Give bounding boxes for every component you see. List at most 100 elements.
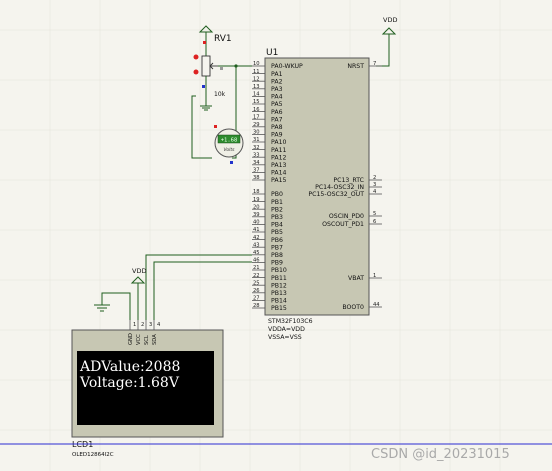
pin-name: PA14 [271, 170, 287, 177]
pin-name: PB14 [271, 298, 287, 305]
lcd-pin-name: SDA [152, 334, 158, 345]
pin-name: PA1 [271, 71, 283, 78]
pin-name: PA8 [271, 124, 283, 131]
pin-name: PA11 [271, 147, 287, 154]
pin-name: PB13 [271, 290, 287, 297]
pin-name: OSCIN_PD0 [329, 213, 364, 220]
pot-ref-label: RV1 [214, 34, 232, 44]
pin-name: PB4 [271, 222, 283, 229]
pin-name: PB12 [271, 282, 287, 289]
pin-number: 11 [253, 69, 260, 75]
pin-name: PB2 [271, 206, 283, 213]
pin-number: 34 [253, 160, 260, 166]
pin-name: PA5 [271, 101, 283, 108]
pin-name: PC14-OSC32_IN [315, 184, 364, 191]
pin-name: PA7 [271, 116, 283, 123]
pin-number: 6 [373, 219, 376, 225]
wire-i2c [145, 254, 252, 320]
pin-number: 25 [253, 280, 260, 286]
pin-number: 20 [253, 204, 260, 210]
pin-name: PA10 [271, 139, 287, 146]
vdd-label-lcd: VDD [132, 267, 146, 275]
pin-name: PB9 [271, 260, 283, 267]
lcd-pin-name: VCC [136, 334, 142, 345]
pin-number: 16 [253, 107, 260, 113]
ground-symbol-pot [200, 96, 212, 111]
pin-number: 46 [253, 258, 260, 264]
pin-number: 38 [253, 175, 260, 181]
pin-number: 3 [373, 182, 376, 188]
pin-name: PB10 [271, 267, 287, 274]
pin-name: BOOT0 [342, 304, 364, 311]
voltmeter-reading: +1.68 [221, 138, 238, 144]
pin-number: 31 [253, 137, 260, 143]
pin-name: PB7 [271, 244, 283, 251]
pin-name: NRST [347, 63, 364, 70]
pin-number: 39 [253, 212, 260, 218]
pin-number: 43 [253, 242, 260, 248]
pin-number: 40 [253, 220, 260, 226]
pin-number: 37 [253, 168, 260, 174]
oled-line-2: Voltage:1.68V [79, 375, 180, 391]
pin-number: 14 [253, 92, 260, 98]
vdd-terminal-nrst [376, 27, 397, 67]
ground-symbol-lcd [94, 292, 131, 320]
junction-dot [234, 64, 238, 68]
pin-number: 22 [253, 273, 260, 279]
pin-number: 13 [253, 84, 260, 90]
pin-number: 19 [253, 197, 260, 203]
lcd-pin-number: 4 [157, 322, 161, 328]
pot-value-label: 10k [214, 91, 226, 98]
pin-number: 45 [253, 250, 260, 256]
pin-name: PA6 [271, 109, 283, 116]
mcu-power-label-1: VDDA=VDD [268, 326, 305, 333]
pin-number: 42 [253, 235, 260, 241]
pin-name: PC15-OSC32_OUT [308, 191, 364, 198]
schematic-canvas: RV1 10k +1.68 Volts VDD U1 10 PA0-WKUP 11 P… [0, 0, 552, 471]
pin-name: PA2 [271, 78, 283, 85]
voltmeter: +1.68 Volts [214, 125, 244, 164]
oled-line-1: ADValue:2088 [79, 359, 180, 375]
pin-number: 2 [373, 175, 376, 181]
pin-name: PB0 [271, 191, 283, 198]
pin-number: 21 [253, 265, 260, 271]
pin-number: 5 [373, 211, 376, 217]
watermark: CSDN @id_20231015 [371, 447, 510, 462]
pin-number: 44 [373, 302, 380, 308]
pin-number: 17 [253, 114, 260, 120]
pin-number: 30 [253, 130, 260, 136]
pin-name: PB5 [271, 229, 283, 236]
pin-number: 33 [253, 152, 260, 158]
mcu-part-label: STM32F103C6 [268, 318, 313, 325]
lcd-pin-name: GND [128, 333, 134, 345]
pin-name: PC13_RTC [333, 177, 364, 184]
pin-number: 29 [253, 122, 260, 128]
vdd-label-top: VDD [383, 16, 397, 24]
pin-number: 10 [253, 61, 260, 67]
pin-name: PA12 [271, 154, 287, 161]
pin-number: 7 [373, 61, 376, 67]
pin-name: OSCOUT_PD1 [322, 221, 364, 228]
pin-name: PB15 [271, 305, 287, 312]
lcd-pin-name: SCL [144, 335, 150, 345]
mcu-power-label-2: VSSA=VSS [268, 334, 302, 341]
lcd-part-label: OLED12864I2C [72, 452, 114, 458]
lcd-pin-number: 1 [133, 322, 136, 328]
lcd-pin-number: 3 [149, 322, 152, 328]
pin-name: PB11 [271, 275, 287, 282]
pin-name: VBAT [348, 275, 364, 282]
mcu-ref-label: U1 [266, 48, 278, 58]
pin-number: 27 [253, 296, 260, 302]
vdd-terminal-lcd [130, 276, 146, 320]
pin-name: PA4 [271, 94, 283, 101]
pin-number: 26 [253, 288, 260, 294]
pin-number: 32 [253, 145, 260, 151]
pin-name: PA3 [271, 86, 283, 93]
pin-name: PB6 [271, 237, 283, 244]
pin-name: PB8 [271, 252, 283, 259]
pin-number: 18 [253, 189, 260, 195]
pin-name: PA0-WKUP [271, 63, 303, 70]
pin-name: PA15 [271, 177, 287, 184]
pin-name: PB1 [271, 199, 283, 206]
pin-number: 15 [253, 99, 260, 105]
